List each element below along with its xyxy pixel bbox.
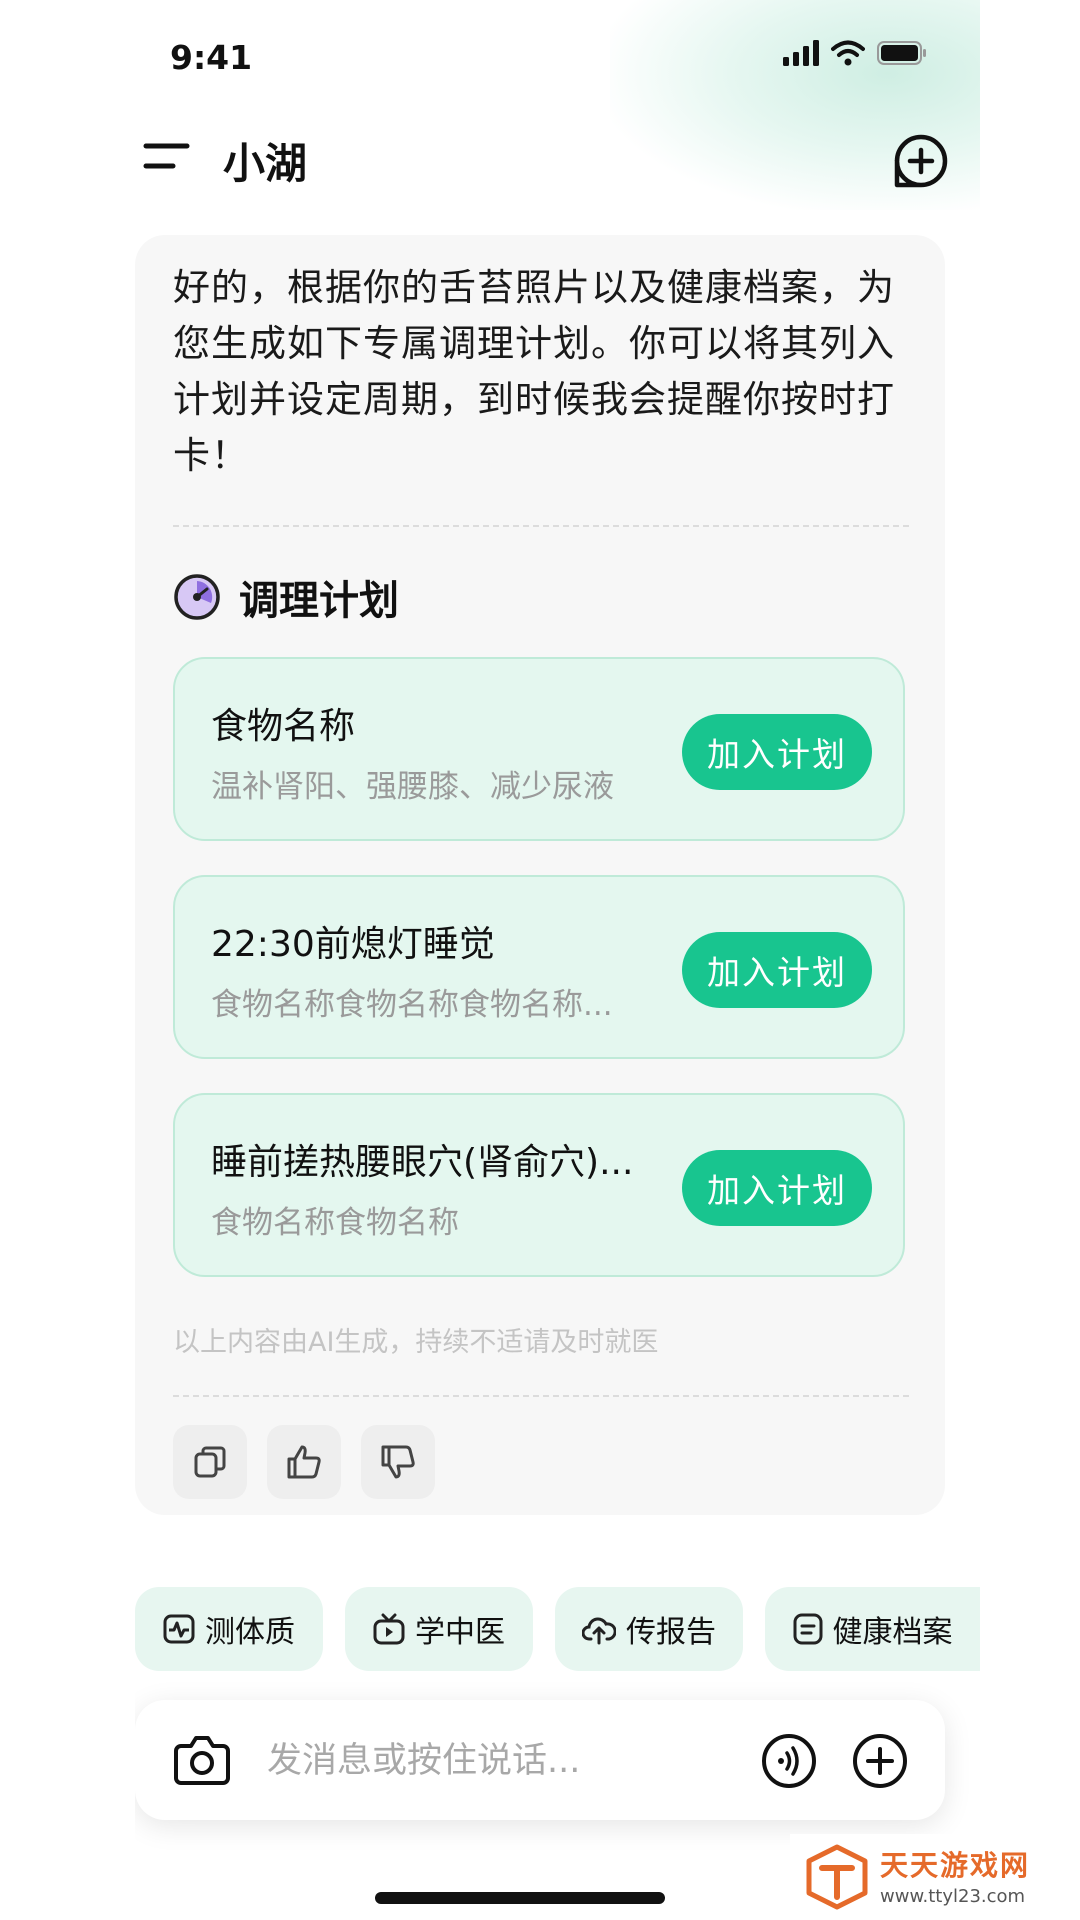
message-composer <box>135 1700 945 1820</box>
status-icons <box>783 40 927 66</box>
plan-heading-label: 调理计划 <box>239 578 399 624</box>
cloud-upload-icon <box>582 1617 616 1645</box>
home-indicator <box>375 1892 665 1904</box>
add-to-plan-button[interactable]: 加入计划 <box>682 714 872 790</box>
divider <box>173 1395 909 1397</box>
chip-label: 学中医 <box>415 1615 505 1650</box>
thumbs-down-icon <box>381 1445 415 1479</box>
chip-learn-tcm[interactable]: 学中医 <box>345 1587 533 1671</box>
chip-label: 传报告 <box>626 1615 716 1650</box>
plan-subtitle: 温补肾阳、强腰膝、减少尿液 <box>211 769 614 805</box>
plan-title: 睡前搓热腰眼穴(肾俞穴)... <box>211 1142 634 1183</box>
watermark-logo-icon <box>806 1844 868 1910</box>
plan-card: 食物名称 温补肾阳、强腰膝、减少尿液 加入计划 <box>173 657 905 841</box>
wifi-icon <box>831 40 865 66</box>
status-time: 9:41 <box>170 38 253 77</box>
plan-title: 食物名称 <box>211 706 356 747</box>
new-chat-icon[interactable] <box>893 133 949 189</box>
copy-icon <box>194 1446 226 1478</box>
gauge-icon <box>174 574 220 620</box>
add-to-plan-button[interactable]: 加入计划 <box>682 1150 872 1226</box>
chip-upload-report[interactable]: 传报告 <box>555 1587 743 1671</box>
battery-icon <box>877 41 926 65</box>
copy-button[interactable] <box>173 1425 247 1499</box>
message-input[interactable] <box>265 1730 689 1792</box>
thumbs-up-icon <box>287 1445 321 1479</box>
menu-icon[interactable] <box>143 140 193 172</box>
like-button[interactable] <box>267 1425 341 1499</box>
plan-card: 22:30前熄灯睡觉 食物名称食物名称食物名称... 加入计划 <box>173 875 905 1059</box>
camera-icon[interactable] <box>173 1732 231 1788</box>
chip-label: 测体质 <box>205 1615 295 1650</box>
watermark: 天天游戏网 www.ttyl23.com <box>790 1834 1080 1920</box>
page-title: 小湖 <box>223 139 308 188</box>
document-icon <box>793 1613 822 1645</box>
chip-health-record[interactable]: 健康档案 <box>765 1587 980 1671</box>
signal-icon <box>783 40 819 66</box>
divider <box>173 525 909 527</box>
phone-screen: 9:41 小湖 好的，根据你的舌苔照片以及健康档案，为您生成如下专属调理计划。你… <box>135 0 980 1920</box>
plan-heading: 调理计划 <box>173 568 399 626</box>
message-text: 好的，根据你的舌苔照片以及健康档案，为您生成如下专属调理计划。你可以将其列入计划… <box>173 266 895 477</box>
plan-subtitle: 食物名称食物名称 <box>211 1205 459 1241</box>
chip-label: 健康档案 <box>832 1615 953 1650</box>
plan-card: 睡前搓热腰眼穴(肾俞穴)... 食物名称食物名称 加入计划 <box>173 1093 905 1277</box>
watermark-title: 天天游戏网 <box>880 1849 1031 1882</box>
dislike-button[interactable] <box>361 1425 435 1499</box>
chip-constitution-test[interactable]: 测体质 <box>135 1587 323 1671</box>
assistant-message: 好的，根据你的舌苔照片以及健康档案，为您生成如下专属调理计划。你可以将其列入计划… <box>135 235 945 1515</box>
voice-icon[interactable] <box>760 1732 818 1790</box>
pulse-icon <box>163 1614 195 1644</box>
add-to-plan-button[interactable]: 加入计划 <box>682 932 872 1008</box>
plan-title: 22:30前熄灯睡觉 <box>211 924 495 965</box>
tv-icon <box>373 1613 405 1645</box>
plan-subtitle: 食物名称食物名称食物名称... <box>211 987 613 1023</box>
plus-icon[interactable] <box>851 1732 909 1790</box>
ai-disclaimer: 以上内容由AI生成，持续不适请及时就医 <box>173 1327 659 1358</box>
watermark-url: www.ttyl23.com <box>880 1886 1026 1907</box>
